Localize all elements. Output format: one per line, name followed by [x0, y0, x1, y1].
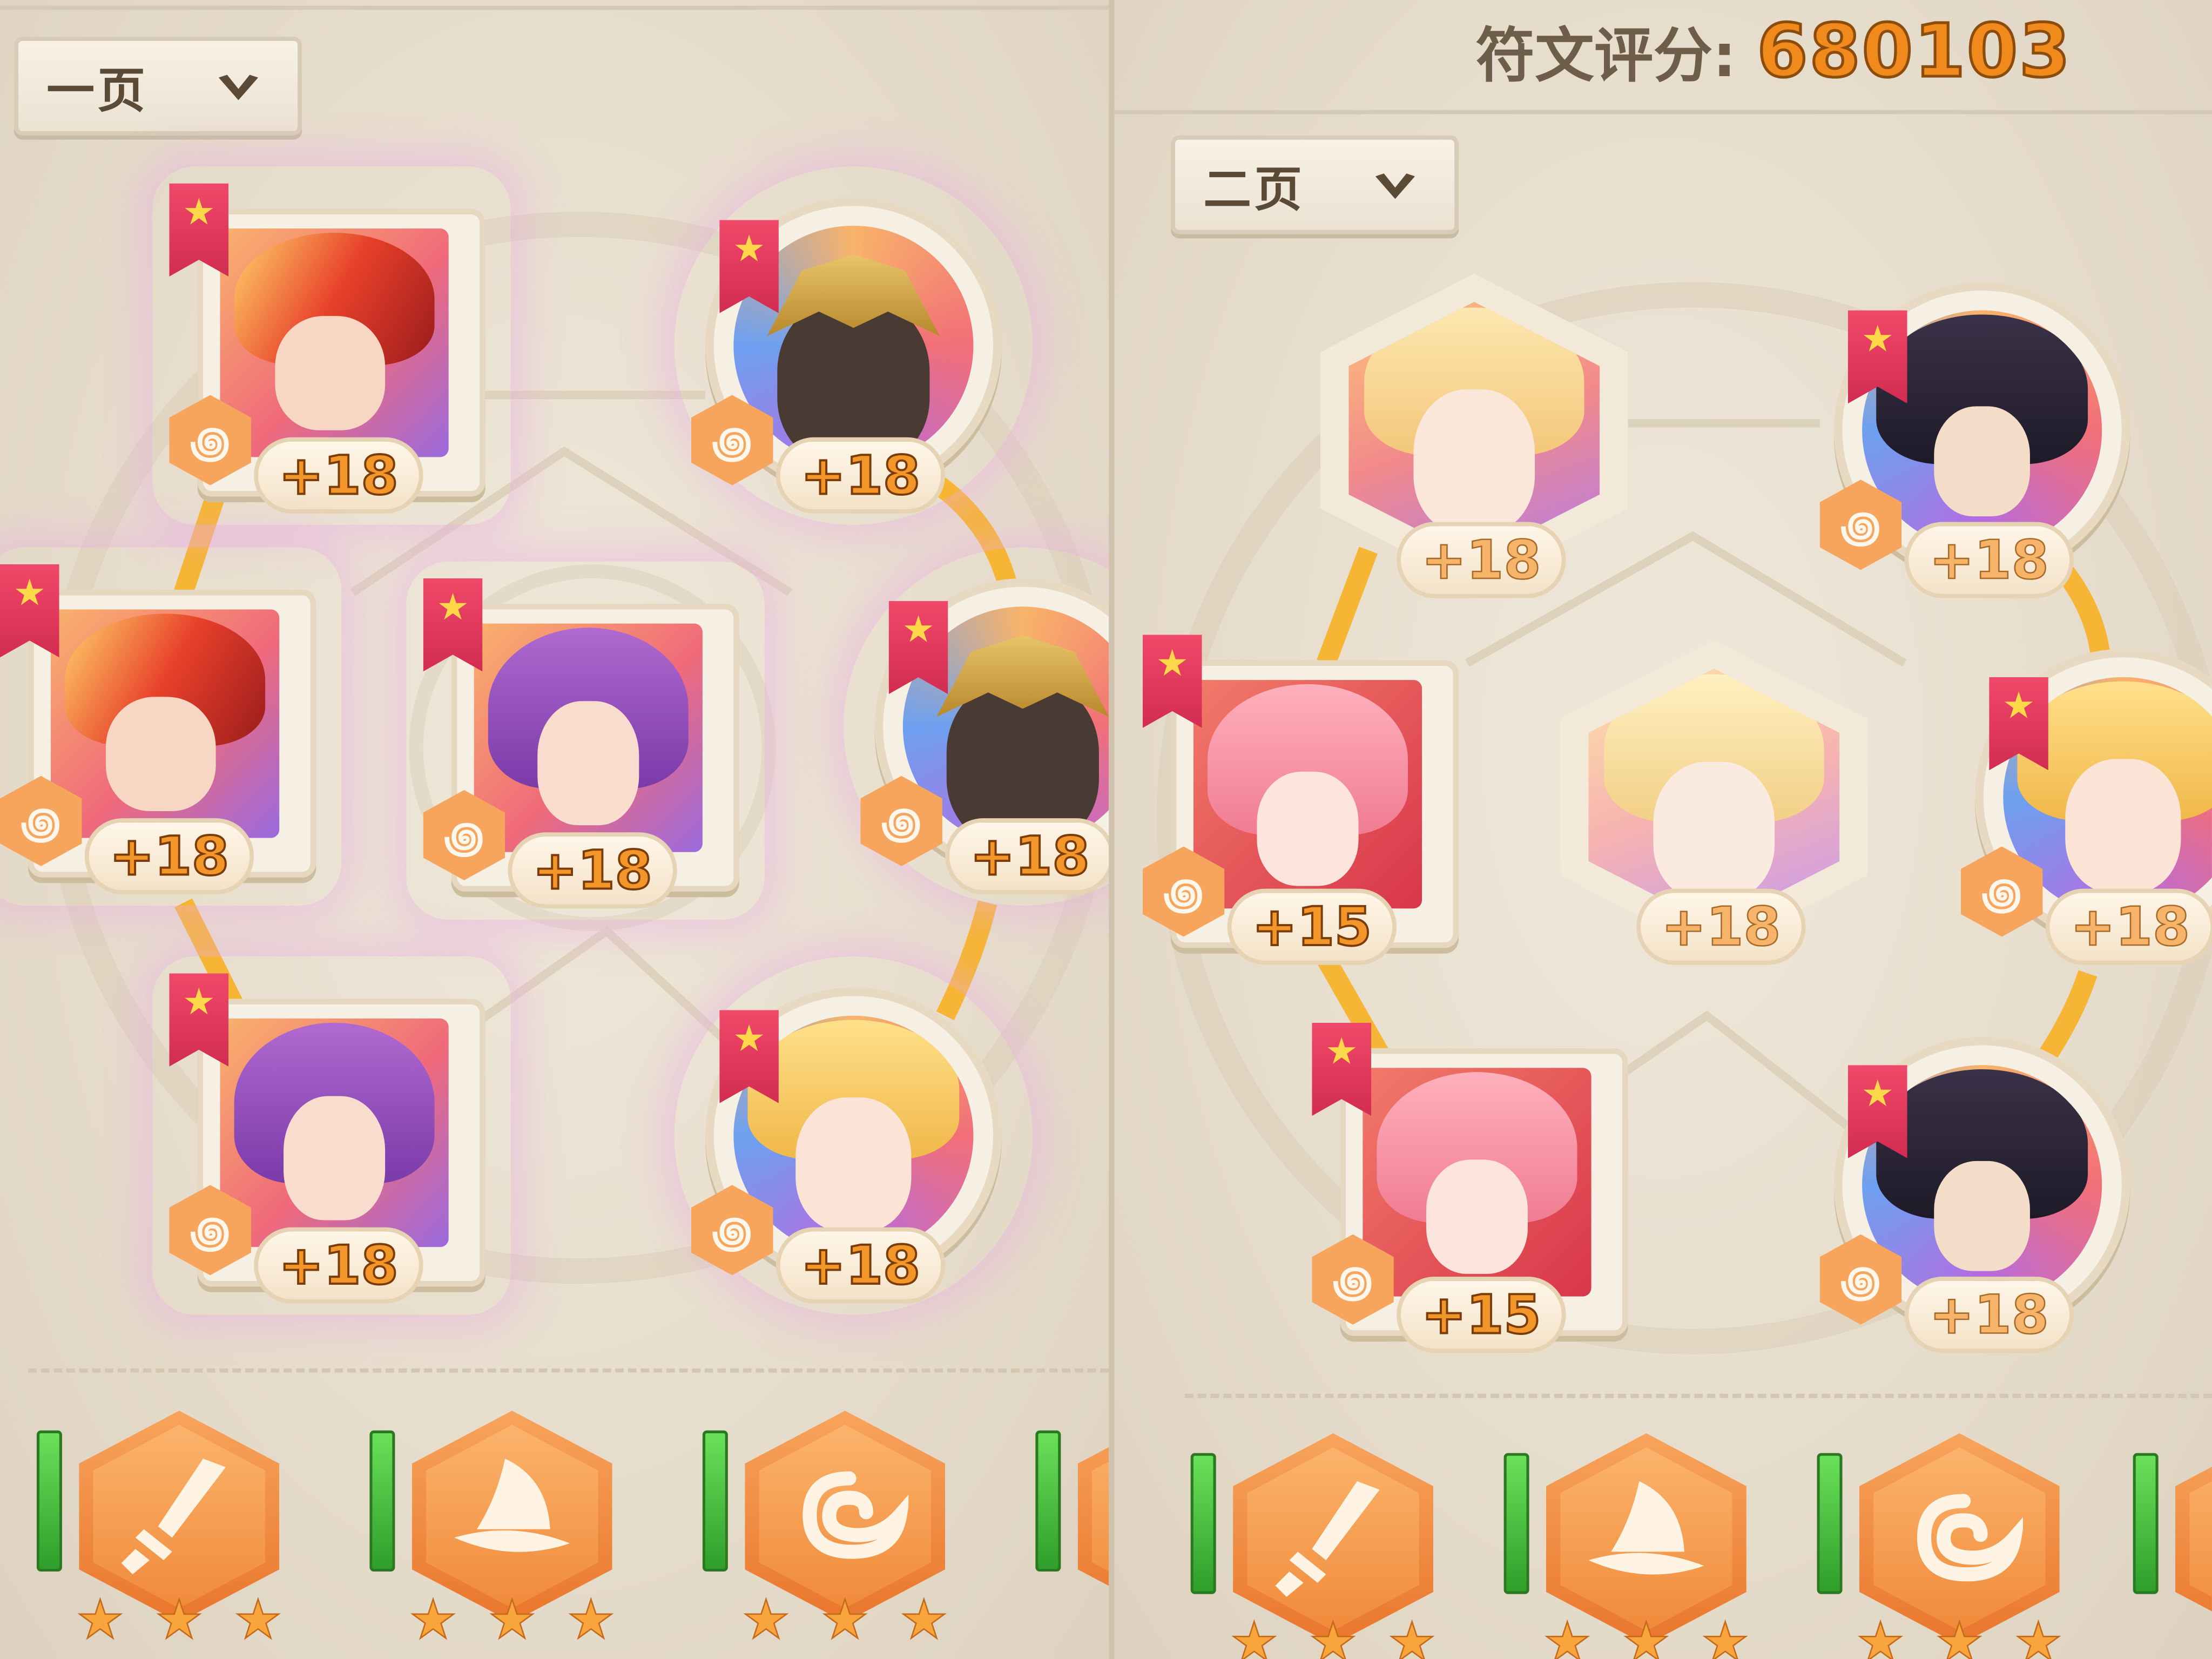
- rune-slot[interactable]: ★ ꩜ +18: [1819, 1023, 2144, 1353]
- rune-pages-screen: 一页 ★ ꩜ +18 ★ ꩜ +18 ★ ꩜ +18 ★ ꩜ +18 ★ ꩜ +…: [0, 0, 2212, 1659]
- rune-slot[interactable]: ★ ꩜ +18: [1819, 268, 2144, 598]
- sword-icon: [1275, 1481, 1380, 1597]
- skill-stars: ★ ★ ★: [1230, 1610, 1437, 1659]
- swirl-icon: [1917, 1494, 2023, 1582]
- rune-slot[interactable]: ★ ꩜ +18: [860, 564, 1109, 895]
- energy-bar: [1817, 1453, 1843, 1594]
- skill-swirl[interactable]: ★ ★ ★: [702, 1411, 956, 1659]
- rune-slot[interactable]: ★ ꩜ +18: [423, 578, 748, 909]
- rune-slot[interactable]: ★ ꩜ +18: [691, 973, 1016, 1304]
- skill-sword[interactable]: ★ ★ ★: [36, 1411, 291, 1659]
- skill-swirl[interactable]: ★ ★ ★: [1817, 1433, 2071, 1659]
- witch-hat-icon: [1588, 1481, 1704, 1575]
- rune-page-one-panel: 一页 ★ ꩜ +18 ★ ꩜ +18 ★ ꩜ +18 ★ ꩜ +18 ★ ꩜ +…: [0, 0, 1109, 1659]
- energy-bar: [1503, 1453, 1529, 1594]
- witch-hat-icon: [454, 1459, 570, 1552]
- skill-partial[interactable]: [2133, 1433, 2212, 1659]
- skill-sword[interactable]: ★ ★ ★: [1190, 1433, 1445, 1659]
- skill-stars: ★ ★ ★: [1856, 1610, 2063, 1659]
- rune-slot[interactable]: ★ ꩜ +18: [1960, 635, 2212, 965]
- skill-stars: ★ ★ ★: [741, 1588, 949, 1651]
- rune-slot[interactable]: ★ ꩜ +18: [691, 184, 1016, 514]
- panel-divider: [1109, 0, 1115, 1659]
- hero-portrait: [1363, 1068, 1591, 1297]
- energy-bar: [1190, 1453, 1216, 1594]
- rune-level: +18: [1636, 888, 1806, 965]
- rune-level: +18: [775, 437, 946, 514]
- rune-level: +18: [508, 832, 677, 909]
- rune-level: +18: [84, 818, 254, 895]
- page-one-dropdown[interactable]: 一页: [14, 36, 302, 136]
- swirl-icon: [802, 1471, 909, 1559]
- rune-page-two-panel: 符文评分: 680103 二页 +18 ★ ꩜ +18 ★ ꩜ +15 +18 …: [1114, 0, 2212, 1659]
- hero-portrait: [1193, 680, 1422, 909]
- section-divider: [28, 1368, 1109, 1373]
- skill-witch-hat[interactable]: ★ ★ ★: [369, 1411, 624, 1659]
- skill-stars: ★ ★ ★: [408, 1588, 616, 1651]
- rune-slot[interactable]: +18: [1552, 635, 1876, 965]
- rune-level: +15: [1227, 888, 1397, 965]
- rune-level: +18: [1904, 1277, 2074, 1353]
- energy-bar: [702, 1430, 728, 1572]
- chevron-down-icon: [218, 75, 259, 100]
- rune-slot[interactable]: ★ ꩜ +15: [1312, 1022, 1636, 1353]
- energy-bar: [2133, 1453, 2159, 1594]
- rune-level: +18: [2045, 888, 2212, 965]
- sword-icon: [121, 1459, 226, 1575]
- rune-level: +18: [775, 1227, 946, 1304]
- skill-stars: ★ ★ ★: [76, 1588, 283, 1651]
- hero-portrait: [474, 623, 703, 852]
- energy-bar: [369, 1430, 395, 1572]
- energy-bar: [36, 1430, 62, 1572]
- rune-level: +15: [1397, 1277, 1566, 1353]
- rune-level: +18: [254, 1227, 423, 1304]
- rune-slot[interactable]: ★ ꩜ +15: [1142, 635, 1467, 965]
- hero-portrait: [220, 1019, 449, 1247]
- rune-slot[interactable]: ★ ꩜ +18: [0, 564, 325, 895]
- page-two-label: 二页: [1203, 161, 1305, 218]
- rune-slot[interactable]: ★ ꩜ +18: [169, 973, 494, 1304]
- rune-slot[interactable]: +18: [1312, 268, 1636, 598]
- hero-portrait: [220, 228, 449, 457]
- rune-level: +18: [254, 437, 423, 514]
- hero-portrait: [51, 609, 280, 838]
- rune-level: +18: [1397, 522, 1566, 598]
- skill-witch-hat[interactable]: ★ ★ ★: [1503, 1433, 1758, 1659]
- skill-stars: ★ ★ ★: [1542, 1610, 1750, 1659]
- rune-level: +18: [945, 818, 1109, 895]
- page-one-label: 一页: [46, 63, 149, 119]
- page-two-dropdown[interactable]: 二页: [1171, 135, 1459, 234]
- rune-slot[interactable]: ★ ꩜ +18: [169, 183, 494, 514]
- rune-level: +18: [1904, 522, 2074, 598]
- energy-bar: [1035, 1430, 1061, 1572]
- chevron-down-icon: [1375, 173, 1415, 199]
- section-divider: [1185, 1393, 2212, 1398]
- skill-partial[interactable]: [1035, 1411, 1109, 1659]
